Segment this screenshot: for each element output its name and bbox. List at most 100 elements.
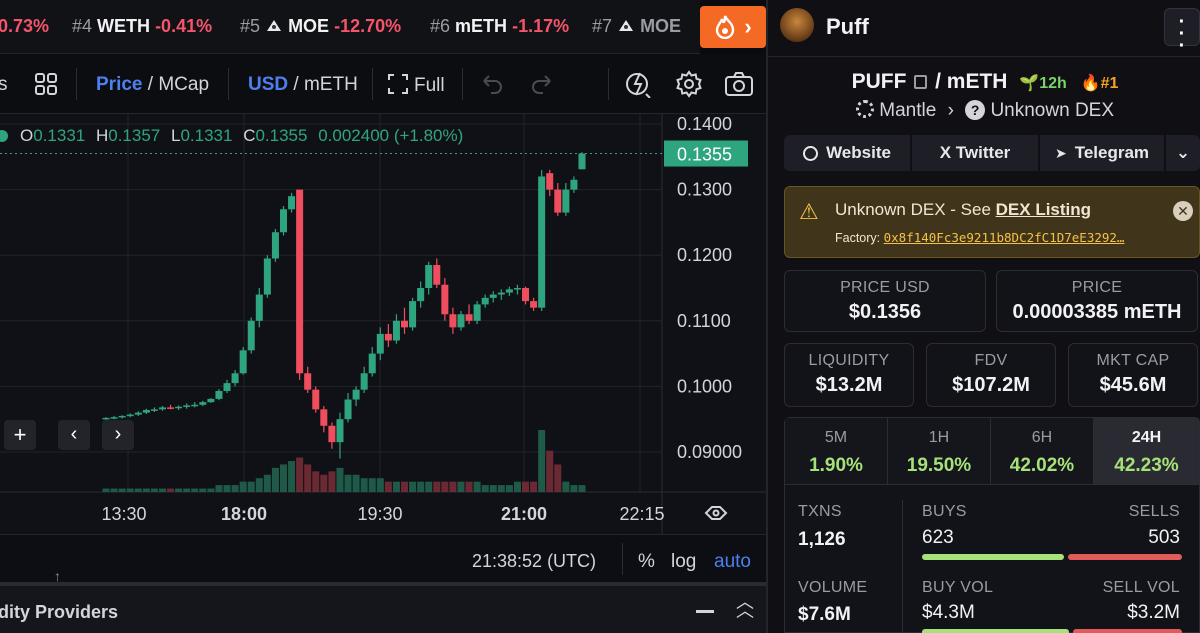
camera-snapshot-icon[interactable] <box>724 70 754 104</box>
candle-body <box>425 265 433 288</box>
telegram-button[interactable]: ➤ Telegram <box>1040 135 1164 171</box>
toolbar-cut-label[interactable]: s <box>0 74 8 96</box>
flame-icon <box>716 15 735 39</box>
expand-up-icon[interactable]: ︿ ︿ <box>736 593 754 620</box>
more-links-chevron-icon[interactable]: ⌄ <box>1166 135 1200 171</box>
scroll-left-button[interactable]: ‹ <box>58 420 90 450</box>
trending-rank-badge: 🔥#1 <box>1081 75 1119 92</box>
volume-bar <box>296 457 304 492</box>
scroll-right-button[interactable]: › <box>102 420 134 450</box>
settings-gear-icon[interactable] <box>675 70 703 104</box>
zoom-in-button[interactable]: + <box>4 420 36 450</box>
indicators-icon[interactable] <box>34 72 58 102</box>
warning-message: Unknown DEX - See <box>835 200 996 219</box>
twitter-button[interactable]: X Twitter <box>912 135 1038 171</box>
currency-toggle[interactable]: USD / mETH <box>248 74 358 96</box>
undo-icon[interactable] <box>480 72 504 100</box>
timeframe-1h-tab[interactable]: 1H 19.50% <box>888 418 990 484</box>
ticker-item[interactable]: 0.73% <box>0 16 49 37</box>
volume-bar <box>239 481 247 492</box>
percent-scale-toggle[interactable]: % <box>638 551 655 573</box>
volume-bar <box>401 481 409 492</box>
axis-settings-icon-center <box>712 509 720 517</box>
ticker-item[interactable]: #7 MOE <box>592 16 681 37</box>
buys-sells-ratio-bar <box>922 554 1182 560</box>
price-native-card: PRICE 0.00003385 mETH <box>996 270 1198 332</box>
candle-body <box>417 288 425 302</box>
fullscreen-button[interactable]: Full <box>388 74 445 97</box>
time-axis-label: 22:15 <box>619 504 664 524</box>
redo-icon[interactable] <box>530 72 554 100</box>
timeframe-5m-tab[interactable]: 5M 1.90% <box>785 418 887 484</box>
fdv-card: FDV $107.2M <box>926 343 1056 407</box>
candle-body <box>497 292 505 295</box>
candle-body <box>296 189 304 374</box>
volume-bar <box>320 474 328 492</box>
tab-divider <box>785 484 1199 485</box>
volume-bar <box>231 485 239 492</box>
telegram-label: Telegram <box>1074 143 1150 162</box>
chart-footer: 21:38:52 (UTC) % log auto <box>0 534 766 582</box>
volume-bar <box>384 481 392 492</box>
more-options-icon[interactable]: · · · <box>1164 8 1200 56</box>
mcap-option[interactable]: MCap <box>158 74 209 95</box>
volume-bar <box>344 474 352 492</box>
tab-divider <box>887 418 888 484</box>
volume-bar <box>199 488 207 492</box>
trending-rank: #1 <box>1100 75 1119 92</box>
usd-option[interactable]: USD <box>248 74 288 95</box>
time-axis-label: 18:00 <box>221 504 267 524</box>
candle-body <box>134 412 142 415</box>
chain-name[interactable]: Mantle <box>879 100 936 121</box>
price-mcap-toggle[interactable]: Price / MCap <box>96 74 209 96</box>
ticker-rank: #6 <box>430 16 451 36</box>
toolbar-divider <box>76 68 77 100</box>
dex-listing-link[interactable]: DEX Listing <box>996 200 1091 219</box>
auto-scale-toggle[interactable]: auto <box>714 551 751 573</box>
sells-bar <box>1068 554 1182 560</box>
volume-bar <box>513 481 521 492</box>
ticker-item[interactable]: #6 mETH -1.17% <box>430 16 569 37</box>
alert-icon[interactable] <box>624 70 652 104</box>
candle-body <box>513 288 521 290</box>
bottom-panel: dity Providers ︿ ︿ <box>0 582 766 633</box>
copy-icon[interactable] <box>914 75 928 89</box>
website-button[interactable]: Website <box>784 135 910 171</box>
log-scale-toggle[interactable]: log <box>671 551 696 573</box>
price-option[interactable]: Price <box>96 74 142 95</box>
price-usd-card: PRICE USD $0.1356 <box>784 270 986 332</box>
timeframe-6h-tab[interactable]: 6H 42.02% <box>991 418 1093 484</box>
candlestick-chart-svg[interactable]: 0.1400 0.1300 0.1200 0.1100 0.1000 0.09000 0.1… <box>0 114 766 534</box>
timeframe-24h-tab[interactable]: 24H 42.23% <box>1094 418 1199 484</box>
volume-bar <box>110 488 118 492</box>
liquidity-value: $13.2M <box>815 374 883 396</box>
trending-ticker: 0.73% #4 WETH -0.41% #5 MOE -12.70% #6 m… <box>0 0 700 54</box>
dex-name[interactable]: Unknown DEX <box>990 100 1114 121</box>
candle-body <box>263 258 271 295</box>
price-chart[interactable]: 0.1400 0.1300 0.1200 0.1100 0.1000 0.09000 0.1… <box>0 114 766 534</box>
ticker-item[interactable]: #5 MOE -12.70% <box>240 16 401 37</box>
candle-body <box>110 417 118 419</box>
meth-option[interactable]: mETH <box>304 74 358 95</box>
candle-body <box>312 389 320 410</box>
liquidity-providers-tab[interactable]: dity Providers <box>0 602 118 623</box>
trending-button[interactable]: › <box>700 6 766 48</box>
candle-body <box>457 314 465 328</box>
volume-bar <box>554 464 562 492</box>
close-icon[interactable]: ✕ <box>1173 201 1193 221</box>
volume-bar <box>570 485 578 492</box>
volume-bar <box>223 485 231 492</box>
telegram-icon: ➤ <box>1054 144 1067 161</box>
factory-address-link[interactable]: 0x8f140Fc3e9211b8DC2fC1D7eE3292… <box>884 230 1125 245</box>
minimize-icon[interactable] <box>696 610 714 613</box>
market-cap-card: MKT CAP $45.6M <box>1068 343 1198 407</box>
factory-row: Factory: 0x8f140Fc3e9211b8DC2fC1D7eE3292… <box>835 230 1124 245</box>
ohlc-change: 0.002400 (+1.80%) <box>318 126 464 145</box>
buy-volume-value: $4.3M <box>922 602 975 623</box>
buys-label: BUYS <box>922 503 967 520</box>
volume-bar <box>304 464 312 492</box>
ticker-change: -1.17% <box>512 16 570 36</box>
volume-bar <box>271 467 279 492</box>
candle-body <box>546 173 554 190</box>
ticker-item[interactable]: #4 WETH -0.41% <box>72 16 212 37</box>
